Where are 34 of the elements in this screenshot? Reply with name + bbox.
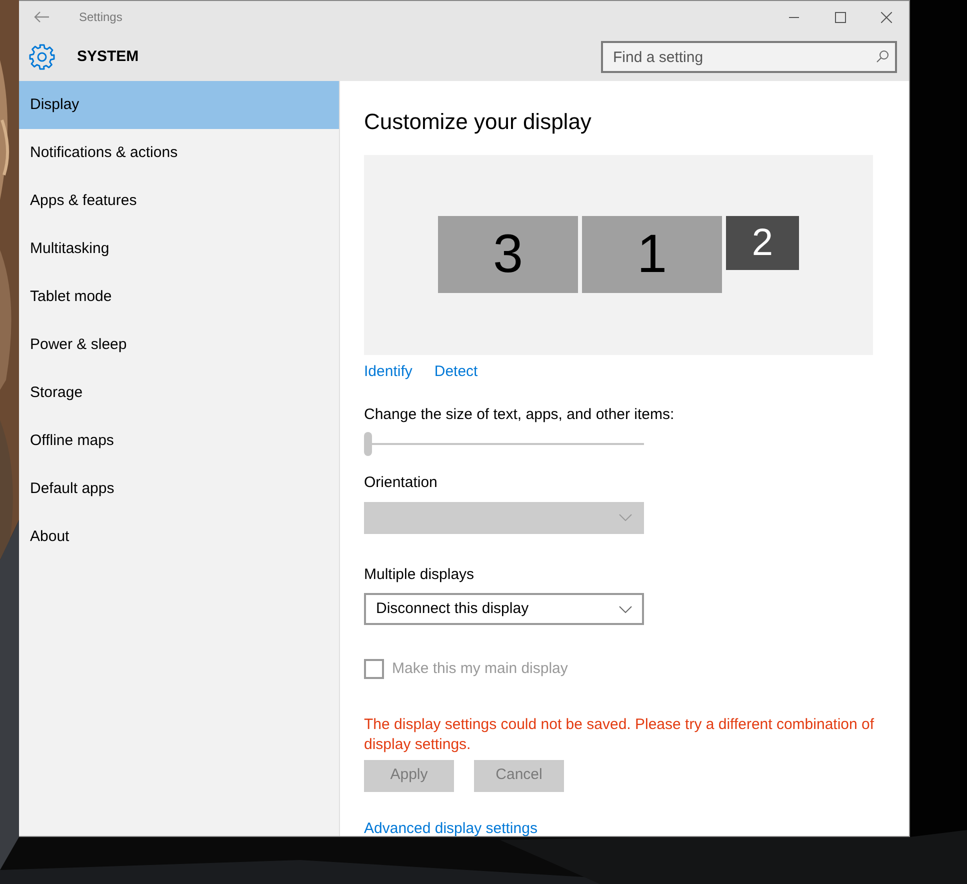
search-icon[interactable] <box>876 50 889 63</box>
advanced-settings-link[interactable]: Advanced display settings <box>364 820 538 836</box>
link[interactable]: Identify <box>364 361 412 384</box>
sidebar-item[interactable]: Notifications & actions <box>19 129 339 177</box>
multiple-displays-dropdown[interactable]: Disconnect this display <box>364 593 644 625</box>
link[interactable]: Detect <box>434 361 478 384</box>
search-field[interactable]: Find a setting <box>601 41 897 73</box>
sidebar-item[interactable]: Display <box>19 81 339 129</box>
back-arrow-icon <box>34 11 50 23</box>
sidebar-item[interactable]: Tablet mode <box>19 273 339 321</box>
multiple-displays-label: Multiple displays <box>364 564 476 584</box>
chevron-down-icon <box>619 514 632 521</box>
window-title: Settings <box>79 9 122 26</box>
monitor-tile[interactable]: 3 <box>438 216 578 293</box>
sidebar-item[interactable]: Default apps <box>19 465 339 513</box>
close-icon <box>880 12 892 22</box>
sidebar-item[interactable]: About <box>19 513 339 561</box>
scale-label: Change the size of text, apps, and other items: <box>364 404 676 424</box>
sidebar-item[interactable]: Apps & features <box>19 177 339 225</box>
monitor-tile[interactable]: 1 <box>582 216 722 293</box>
sidebar-item[interactable]: Power & sleep <box>19 321 339 369</box>
page-heading: Customize your display <box>364 108 592 136</box>
page-title: SYSTEM <box>77 46 139 67</box>
orientation-label: Orientation <box>364 473 438 493</box>
error-message: The display settings could not be saved. Please try a different combination of display settings. <box>364 714 876 754</box>
sidebar-item[interactable]: Offline maps <box>19 417 339 465</box>
scale-slider[interactable] <box>364 432 644 456</box>
monitor-tile[interactable]: 2 <box>726 216 799 270</box>
chevron-down-icon <box>619 606 632 612</box>
maximize-icon <box>834 12 846 22</box>
sidebar-item[interactable]: Storage <box>19 369 339 417</box>
main-display-label: Make this my main display <box>392 659 568 679</box>
sidebar-item[interactable]: Multitasking <box>19 225 339 273</box>
gear-icon <box>29 44 55 70</box>
